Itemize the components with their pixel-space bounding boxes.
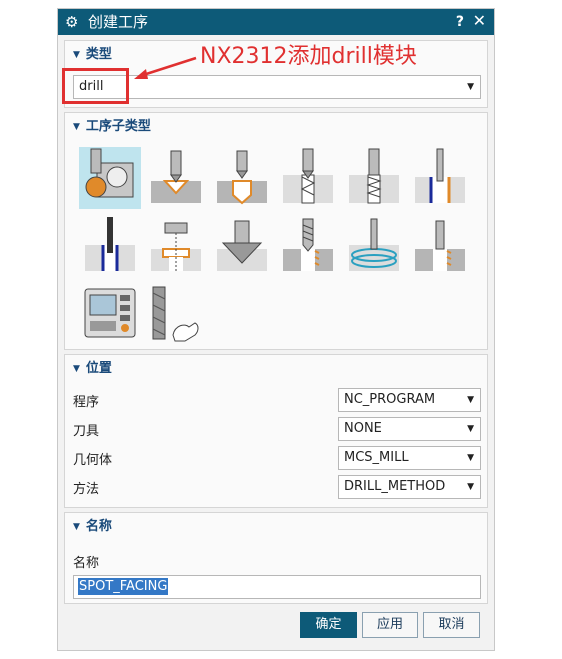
reaming-icon[interactable] [79,215,141,277]
name-section-header[interactable]: ▼ 名称 [73,518,112,536]
tool-value: NONE [344,421,382,436]
subtype-section-header[interactable]: ▼ 工序子类型 [73,118,151,136]
countersinking-icon[interactable] [211,215,273,277]
tool-select[interactable]: NONE ▼ [338,417,481,441]
cancel-button[interactable]: 取消 [423,612,480,638]
dropdown-arrow-icon: ▼ [467,395,474,405]
collapse-triangle-icon: ▼ [73,122,80,132]
drilling-icon[interactable] [211,147,273,209]
type-section-label: 类型 [85,47,112,62]
dropdown-arrow-icon: ▼ [467,424,474,434]
boring-icon[interactable] [409,147,471,209]
collapse-triangle-icon: ▼ [73,50,80,60]
name-input[interactable]: SPOT_FACING [73,575,481,599]
drill-on-part-icon[interactable] [79,147,141,209]
method-select[interactable]: DRILL_METHOD ▼ [338,475,481,499]
geometry-select[interactable]: MCS_MILL ▼ [338,446,481,470]
collapse-triangle-icon: ▼ [73,522,80,532]
ok-button[interactable]: 确定 [300,612,357,638]
program-value: NC_PROGRAM [344,392,436,407]
method-value: DRILL_METHOD [344,479,446,494]
gear-icon: ⚙ [65,13,79,31]
apply-button[interactable]: 应用 [362,612,418,638]
name-label: 名称 [73,556,100,571]
geometry-value: MCS_MILL [344,450,409,465]
geometry-label: 几何体 [73,453,113,468]
name-panel: ▼ 名称 名称 SPOT_FACING [64,512,488,604]
annotation-text: NX2312添加drill模块 [200,44,417,69]
close-button[interactable]: ✕ [473,11,486,31]
name-section-label: 名称 [85,519,112,534]
counterboring-icon[interactable] [145,215,207,277]
dropdown-arrow-icon: ▼ [467,82,474,92]
thread-milling-icon[interactable] [343,215,405,277]
machine-control-icon[interactable] [79,283,141,345]
program-label: 程序 [73,395,100,410]
location-panel: ▼ 位置 程序 NC_PROGRAM ▼ 刀具 NONE ▼ 几何体 MCS_MI… [64,354,488,508]
name-input-value: SPOT_FACING [78,578,169,595]
dropdown-arrow-icon: ▼ [467,453,474,463]
dialog-title: 创建工序 [88,13,149,31]
location-section-header[interactable]: ▼ 位置 [73,360,112,378]
deep-hole-drilling-icon[interactable] [277,147,339,209]
type-section-header[interactable]: ▼ 类型 [73,46,112,64]
dropdown-arrow-icon: ▼ [467,482,474,492]
tapping-icon[interactable] [277,215,339,277]
title-bar[interactable]: ⚙ 创建工序 ? ✕ [58,9,494,35]
spot-drilling-icon[interactable] [145,147,207,209]
tool-label: 刀具 [73,424,100,439]
subtype-section-label: 工序子类型 [85,119,151,134]
user-defined-operation-icon[interactable] [145,283,207,345]
program-select[interactable]: NC_PROGRAM ▼ [338,388,481,412]
annotation-highlight-box [62,68,129,104]
breakchip-drilling-icon[interactable] [343,147,405,209]
collapse-triangle-icon: ▼ [73,364,80,374]
annotation-arrow-icon [134,56,197,79]
subtype-panel: ▼ 工序子类型 [64,112,488,350]
create-operation-dialog: ⚙ 创建工序 ? ✕ ▼ 类型 drill ▼ ▼ 工序子类型 ▼ 位置 程序 NC_… [57,8,495,651]
location-section-label: 位置 [85,361,112,376]
method-label: 方法 [73,482,100,497]
hole-making-icon[interactable] [409,215,471,277]
help-button[interactable]: ? [456,12,464,32]
